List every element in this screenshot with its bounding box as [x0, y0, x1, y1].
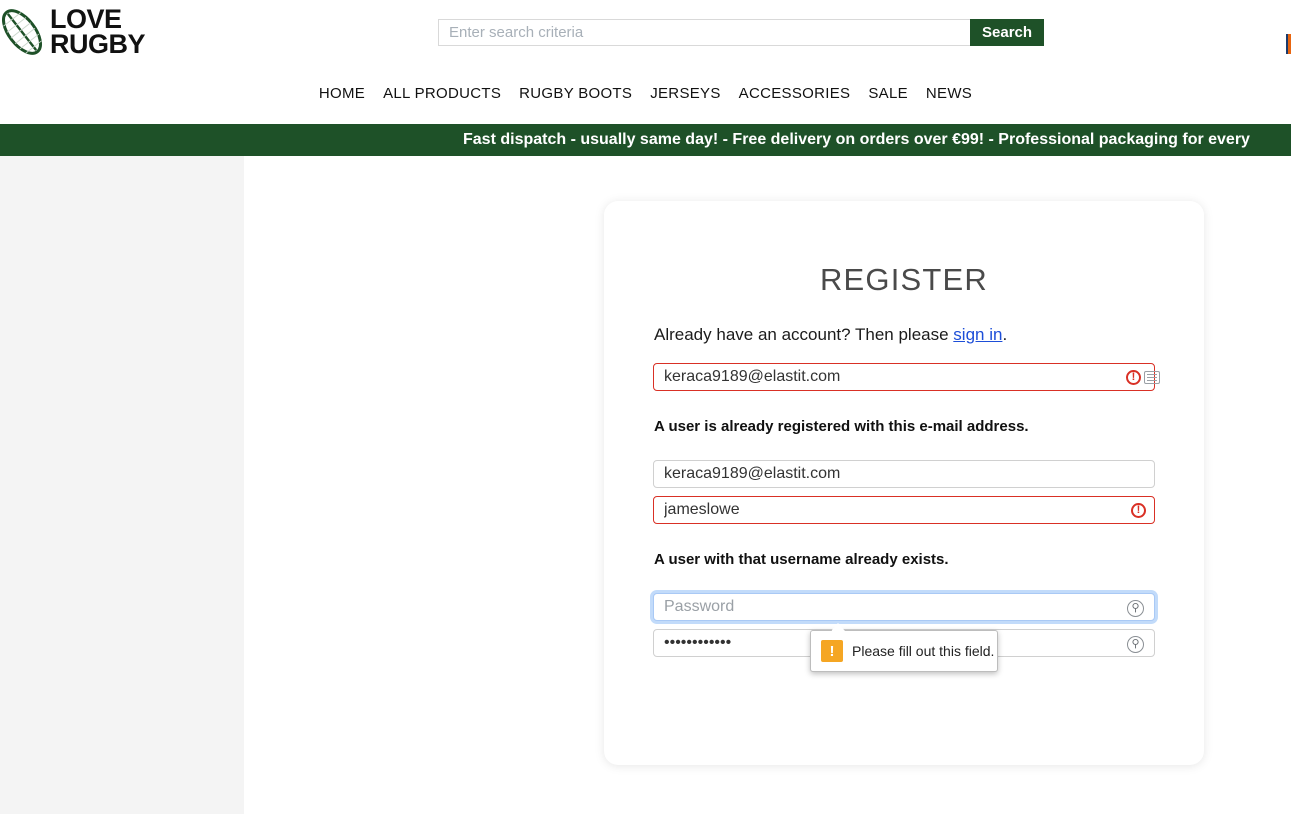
nav-item-sale[interactable]: SALE: [868, 85, 908, 102]
email-error-message: A user is already registered with this e…: [654, 418, 1029, 435]
search-input[interactable]: [438, 19, 970, 46]
sign-in-link[interactable]: sign in: [953, 325, 1002, 344]
nav-item-all-products[interactable]: ALL PRODUCTS: [383, 85, 501, 102]
search-button[interactable]: Search: [970, 19, 1045, 46]
search-bar: Search: [438, 19, 1045, 46]
email-field-adornments: !: [1126, 370, 1160, 385]
page-title: REGISTER: [819, 262, 989, 297]
signin-prompt-text: Already have an account? Then please: [654, 325, 954, 344]
key-icon[interactable]: ⚲: [1127, 600, 1144, 617]
logo-text: LOVE RUGBY: [50, 6, 146, 59]
signin-prompt: Already have an account? Then please sig…: [654, 325, 1007, 345]
logo-line-2: RUGBY: [50, 29, 146, 59]
username-field-adornments: !: [1131, 503, 1146, 518]
error-icon: !: [1126, 370, 1141, 385]
key-icon[interactable]: ⚲: [1127, 636, 1144, 653]
main-navigation: HOME ALL PRODUCTS RUGBY BOOTS JERSEYS AC…: [0, 85, 1291, 102]
error-icon: !: [1131, 503, 1146, 518]
autofill-icon[interactable]: [1144, 371, 1160, 384]
nav-item-jerseys[interactable]: JERSEYS: [650, 85, 720, 102]
signin-prompt-suffix: .: [1002, 325, 1008, 344]
password-field-adornments: ⚲: [1127, 600, 1144, 617]
rugby-ball-icon: [2, 9, 42, 55]
password-confirm-field-adornments: ⚲: [1127, 636, 1144, 653]
nav-item-accessories[interactable]: ACCESSORIES: [739, 85, 851, 102]
register-card: REGISTER Already have an account? Then p…: [604, 201, 1204, 765]
password-field[interactable]: [653, 593, 1155, 621]
email-field[interactable]: [653, 363, 1155, 391]
nav-item-rugby-boots[interactable]: RUGBY BOOTS: [519, 85, 632, 102]
site-logo[interactable]: LOVE RUGBY: [0, 4, 146, 60]
promo-banner: Fast dispatch - usually same day! - Free…: [0, 124, 1291, 156]
username-error-message: A user with that username already exists…: [654, 551, 949, 568]
site-header: LOVE RUGBY Search HOME ALL PRODUCTS RUGB…: [0, 0, 1291, 124]
email-confirm-field[interactable]: [653, 460, 1155, 488]
nav-item-home[interactable]: HOME: [319, 85, 365, 102]
username-field[interactable]: [653, 496, 1155, 524]
page-root: LOVE RUGBY Search HOME ALL PRODUCTS RUGB…: [0, 0, 1291, 814]
validation-tooltip-text: Please fill out this field.: [852, 643, 995, 659]
warning-icon: !: [821, 640, 843, 662]
left-sidebar: [0, 156, 244, 814]
nav-item-news[interactable]: NEWS: [926, 85, 972, 102]
promo-banner-text: Fast dispatch - usually same day! - Free…: [463, 131, 1250, 148]
validation-tooltip: ! Please fill out this field.: [810, 623, 998, 672]
cart-badge-icon[interactable]: [1286, 34, 1291, 54]
